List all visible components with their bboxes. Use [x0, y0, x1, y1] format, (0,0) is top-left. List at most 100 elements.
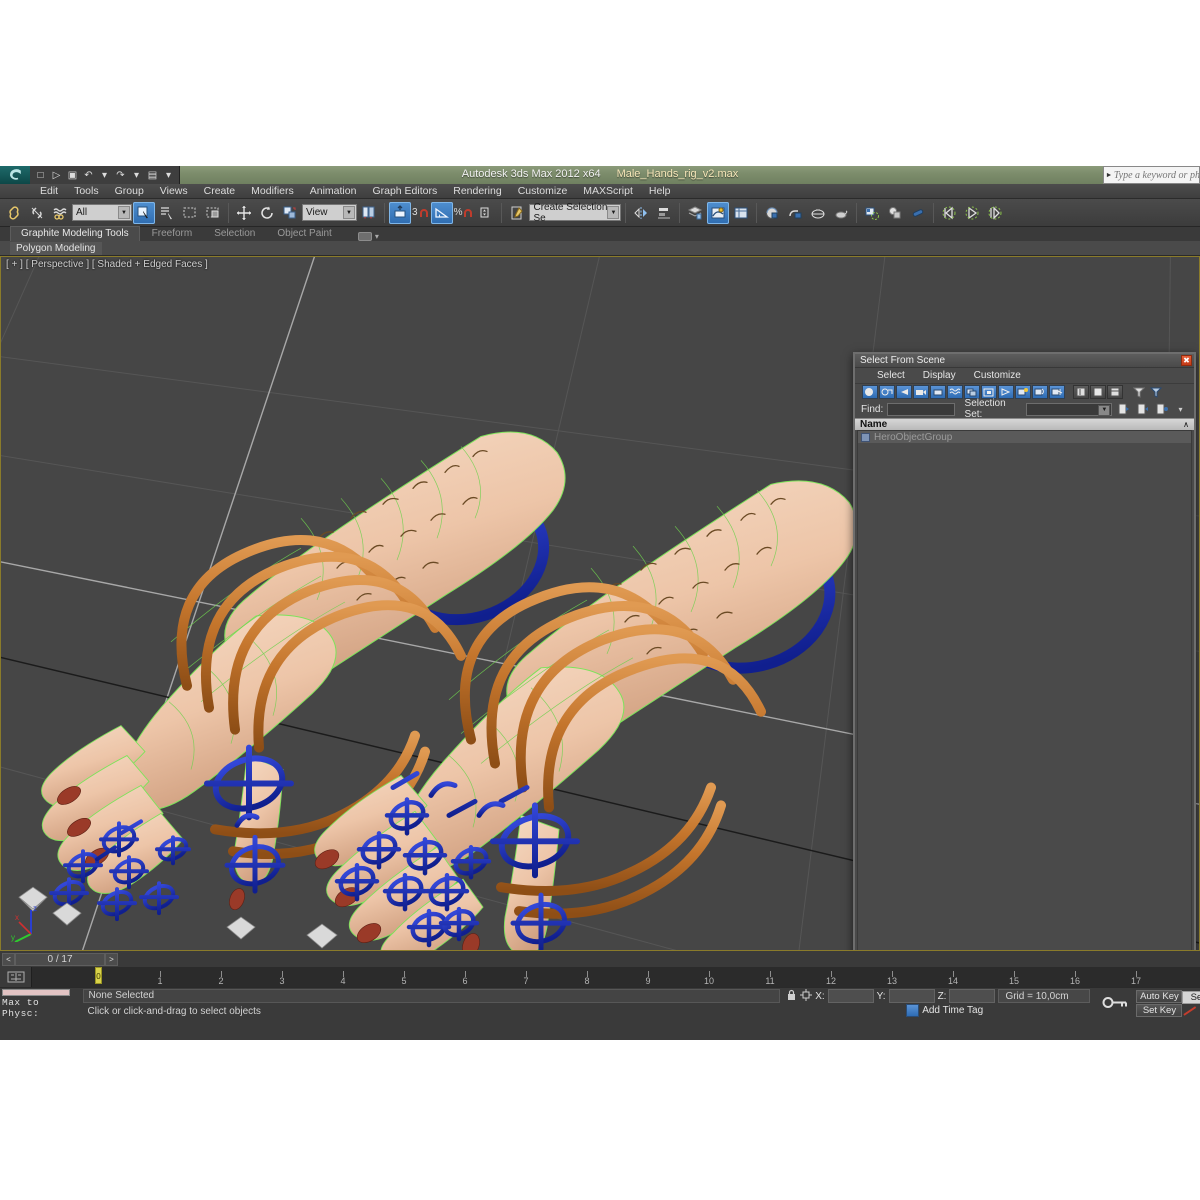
search-box[interactable]: ►: [1103, 166, 1200, 184]
remove-set-icon[interactable]: [1135, 402, 1150, 416]
lights-filter-icon[interactable]: [896, 385, 912, 399]
ribbon-minimize-icon[interactable]: [357, 232, 372, 241]
render-batch-button[interactable]: [984, 202, 1006, 224]
menu-views[interactable]: Views: [152, 184, 196, 199]
absolute-mode-icon[interactable]: [800, 988, 813, 1004]
menu-graph-editors[interactable]: Graph Editors: [364, 184, 445, 199]
perspective-viewport[interactable]: [ + ] [ Perspective ] [ Shaded + Edged F…: [0, 256, 1200, 951]
menu-customize[interactable]: Customize: [510, 184, 576, 199]
selection-filter-combo[interactable]: All ▼: [72, 204, 132, 221]
current-frame-field[interactable]: 0 / 17: [15, 952, 105, 966]
key-filters-icon[interactable]: [0, 967, 32, 987]
select-from-scene-dialog[interactable]: Select From Scene ✖ Select Display Custo…: [853, 352, 1196, 950]
menu-help[interactable]: Help: [641, 184, 679, 199]
spinner-snap-toggle-button[interactable]: [475, 202, 497, 224]
open-icon[interactable]: ▷: [49, 168, 64, 183]
groups-filter-icon[interactable]: [964, 385, 980, 399]
snaps-toggle-button[interactable]: [389, 201, 411, 224]
tab-object-paint[interactable]: Object Paint: [267, 227, 341, 241]
helpers-filter-icon[interactable]: [930, 385, 946, 399]
selected-combo-cut[interactable]: Sel: [1182, 990, 1200, 1004]
filter-icon[interactable]: [1131, 385, 1147, 399]
ribbon-panel-polygon-modeling[interactable]: Polygon Modeling: [10, 241, 102, 255]
lock-icon[interactable]: [786, 989, 797, 1004]
next-frame-button[interactable]: >: [105, 952, 118, 966]
add-time-tag-label[interactable]: Add Time Tag: [922, 1005, 983, 1016]
render-production-button[interactable]: [830, 202, 852, 224]
menu-edit[interactable]: Edit: [32, 184, 66, 199]
key-icon[interactable]: [1102, 996, 1128, 1012]
percent-snap-magnet-icon[interactable]: [462, 205, 474, 221]
angle-snap-toggle-button[interactable]: [430, 201, 453, 224]
set-key-button[interactable]: Set Key: [1136, 1004, 1183, 1017]
chevron-down-icon[interactable]: ▼: [607, 206, 620, 219]
key-tangent-icon[interactable]: [1182, 1005, 1200, 1017]
menu-animation[interactable]: Animation: [302, 184, 365, 199]
window-crossing-toggle[interactable]: [202, 202, 224, 224]
expand-all-icon[interactable]: [1073, 385, 1089, 399]
chevron-down-icon[interactable]: ▼: [343, 206, 355, 219]
collapse-all-icon[interactable]: [1090, 385, 1106, 399]
dialog-options-chevron-icon[interactable]: ▾: [1173, 402, 1188, 416]
previous-frame-button[interactable]: <: [2, 952, 15, 966]
xrefs-filter-icon[interactable]: [981, 385, 997, 399]
search-dropdown-icon[interactable]: ►: [1104, 172, 1114, 179]
track-bar[interactable]: 0 1 2 3 4 5 6 7 8 9 10 11 12 13 14 15 16…: [0, 967, 1200, 987]
dialog-title-bar[interactable]: Select From Scene ✖: [855, 354, 1194, 368]
named-selection-set-combo[interactable]: Create Selection Se ▼: [529, 202, 622, 224]
align-button[interactable]: [653, 202, 675, 224]
z-field[interactable]: [949, 989, 996, 1003]
cameras-filter-icon[interactable]: [913, 385, 929, 399]
application-menu-button[interactable]: [0, 166, 30, 184]
chevron-down-icon[interactable]: ▼: [118, 206, 130, 219]
menu-group[interactable]: Group: [107, 184, 152, 199]
tab-graphite-modeling-tools[interactable]: Graphite Modeling Tools: [10, 226, 140, 241]
redo-icon[interactable]: ↷: [113, 168, 128, 183]
close-icon[interactable]: ✖: [1181, 355, 1192, 366]
select-and-link-icon[interactable]: [3, 202, 25, 224]
use-pivot-point-center-button[interactable]: [358, 202, 380, 224]
selection-set-combo[interactable]: ▼: [1026, 402, 1113, 416]
select-by-name-button[interactable]: [156, 202, 178, 224]
dialog-menu-select[interactable]: Select: [869, 370, 913, 381]
lighting-analysis-button[interactable]: [907, 202, 929, 224]
dialog-menu-customize[interactable]: Customize: [966, 370, 1029, 381]
bind-to-space-warp-icon[interactable]: [49, 202, 71, 224]
unlink-selection-icon[interactable]: [26, 202, 48, 224]
frozen-icon[interactable]: [1049, 385, 1065, 399]
max-to-physc-swatch[interactable]: [2, 989, 70, 996]
name-column-header[interactable]: Name ∧: [855, 418, 1194, 430]
save-set-icon[interactable]: [1154, 402, 1169, 416]
menu-modifiers[interactable]: Modifiers: [243, 184, 302, 199]
add-set-icon[interactable]: [1116, 402, 1131, 416]
curve-editor-button[interactable]: [707, 201, 730, 224]
viewport-label[interactable]: [ + ] [ Perspective ] [ Shaded + Edged F…: [6, 259, 208, 270]
chevron-down-icon[interactable]: ▼: [1098, 404, 1111, 416]
layer-manager-button[interactable]: [684, 202, 706, 224]
scene-object-list[interactable]: HeroObjectGroup: [857, 430, 1192, 950]
menu-rendering[interactable]: Rendering: [445, 184, 509, 199]
mirror-button[interactable]: [630, 202, 652, 224]
search-input[interactable]: [1113, 169, 1199, 181]
time-tag-icon[interactable]: [906, 1004, 920, 1017]
save-icon[interactable]: ▣: [65, 168, 80, 183]
sort-ascending-icon[interactable]: ∧: [1183, 420, 1189, 429]
select-and-scale-button[interactable]: [279, 202, 301, 224]
menu-tools[interactable]: Tools: [66, 184, 107, 199]
geometry-filter-icon[interactable]: [862, 385, 878, 399]
rendered-frame-window-button[interactable]: [807, 202, 829, 224]
select-object-button[interactable]: [133, 201, 155, 224]
dialog-menu-display[interactable]: Display: [915, 370, 964, 381]
redo-dropdown-icon[interactable]: ▾: [129, 168, 144, 183]
render-setup-button[interactable]: [784, 202, 806, 224]
new-icon[interactable]: □: [33, 168, 48, 183]
list-types-icon[interactable]: [1107, 385, 1123, 399]
project-folder-icon[interactable]: ▤: [145, 168, 160, 183]
auto-key-button[interactable]: Auto Key: [1136, 990, 1183, 1003]
render-preview-button[interactable]: [961, 202, 983, 224]
qat-dropdown-icon[interactable]: ▾: [161, 168, 176, 183]
render-previous-button[interactable]: [938, 202, 960, 224]
schematic-view-button[interactable]: [730, 202, 752, 224]
find-input[interactable]: [887, 402, 955, 416]
angle-snap-magnet-icon[interactable]: [418, 205, 430, 221]
